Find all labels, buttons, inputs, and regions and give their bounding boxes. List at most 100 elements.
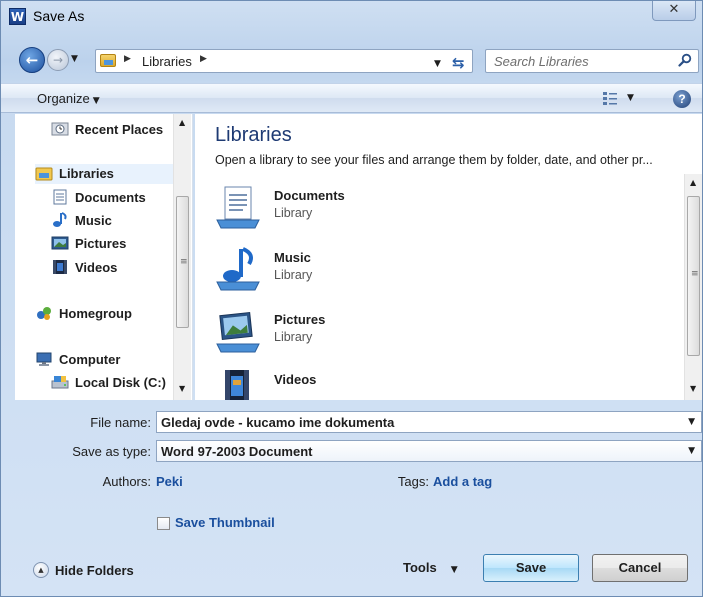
save-as-type-value: Word 97-2003 Document [161,444,313,459]
save-as-type-select[interactable]: Word 97-2003 Document ▼ [156,440,702,462]
homegroup-icon [37,307,51,320]
library-header: Libraries Open a library to see your fil… [195,114,702,174]
local-disk-icon [51,376,69,389]
library-item-pictures[interactable]: Pictures Library [215,304,515,360]
authors-value[interactable]: Peki [156,474,183,489]
sidebar-scroll-thumb[interactable]: ≡ [176,196,189,328]
address-dropdown-icon[interactable]: ▼ [434,59,441,69]
sidebar-item-documents[interactable]: Documents [51,188,171,208]
file-name-input[interactable] [161,415,661,430]
breadcrumb-libraries[interactable]: Libraries [142,54,192,69]
sidebar-item-label: Local Disk (C:) [75,375,167,390]
recent-pages-dropdown-icon[interactable]: ▼ [71,54,78,64]
hide-folders-label: Hide Folders [55,563,134,578]
documents-icon [53,189,67,205]
library-type: Library [274,330,313,344]
tools-button[interactable]: Tools ▼ [403,560,458,575]
library-name: Pictures [274,312,326,327]
library-type: Library [274,206,313,220]
save-thumbnail-checkbox[interactable] [157,517,170,530]
close-button[interactable]: ✕ [652,1,696,21]
chevron-up-icon: ▲ [33,562,49,578]
view-details-icon [603,92,617,105]
file-list-scrollbar[interactable]: ▲ ≡ ▼ [684,174,702,400]
file-name-label: File name: [90,415,151,430]
authors-label: Authors: [102,474,151,489]
scroll-up-icon[interactable]: ▲ [179,118,185,127]
save-form: File name: ▼ Save as type: Word 97-2003 … [1,401,702,597]
back-arrow-icon: ← [25,51,39,69]
navigation-pane: Recent Places Libraries Documents Music … [15,114,193,400]
videos-library-icon [225,370,249,400]
library-type: Library [274,268,313,282]
back-button[interactable]: ← [19,47,45,73]
sidebar-item-recent-places[interactable]: Recent Places [51,120,171,140]
save-thumbnail-label[interactable]: Save Thumbnail [175,515,275,530]
file-list-pane: Libraries Open a library to see your fil… [195,114,702,400]
sidebar-item-music[interactable]: Music [51,211,171,231]
music-library-icon [216,247,260,291]
change-view-button[interactable]: ▼ [601,89,637,109]
sidebar-item-label: Libraries [59,166,114,181]
scroll-up-icon[interactable]: ▲ [690,178,696,187]
sidebar-item-pictures[interactable]: Pictures [51,234,171,254]
grip-icon: ≡ [180,257,188,267]
forward-button[interactable]: → [47,49,69,71]
libraries-folder-icon [100,54,116,67]
search-input[interactable] [494,53,674,69]
sidebar-item-label: Recent Places [75,122,164,137]
navigation-bar: ← → ▼ ▶ Libraries ▶ ▼ ⇆ [1,41,702,77]
sidebar-item-libraries[interactable]: Libraries [35,164,173,184]
sidebar-item-local-disk[interactable]: Local Disk (C:) [51,373,171,393]
forward-arrow-icon: → [52,53,64,67]
refresh-icon[interactable]: ⇆ [452,54,465,72]
title-bar: W Save As ✕ [1,1,702,31]
file-name-field[interactable]: ▼ [156,411,702,433]
window-title: Save As [33,8,85,24]
library-name: Documents [274,188,345,203]
file-list-scroll-thumb[interactable]: ≡ [687,196,700,356]
music-icon [53,212,67,227]
save-button[interactable]: Save [483,554,579,582]
library-item-music[interactable]: Music Library [215,242,515,298]
sidebar-item-videos[interactable]: Videos [51,258,171,278]
address-bar[interactable]: ▶ Libraries ▶ ▼ ⇆ [95,49,473,73]
chevron-down-icon[interactable]: ▼ [688,417,695,427]
chevron-down-icon: ▼ [450,565,458,575]
library-name: Videos [274,372,317,387]
scroll-down-icon[interactable]: ▼ [179,384,185,393]
library-description: Open a library to see your files and arr… [215,153,653,167]
page-title: Libraries [215,124,292,146]
chevron-down-icon: ▼ [92,96,100,106]
sidebar-item-label: Music [75,213,112,228]
save-as-type-label: Save as type: [72,444,151,459]
sidebar-item-homegroup[interactable]: Homegroup [35,304,173,324]
search-icon[interactable] [678,53,692,67]
pictures-library-icon [216,311,260,353]
sidebar-scrollbar[interactable]: ▲ ≡ ▼ [173,114,191,400]
organize-label: Organize [37,91,90,106]
recent-places-icon [51,122,69,136]
organize-button[interactable]: Organize ▼ [37,91,100,106]
tools-label: Tools [403,560,437,575]
breadcrumb-separator-icon[interactable]: ▶ [124,54,131,64]
cancel-button[interactable]: Cancel [592,554,688,582]
help-icon[interactable]: ? [673,90,691,108]
grip-icon: ≡ [691,269,699,279]
tags-label: Tags: [397,474,429,489]
sidebar-item-label: Pictures [75,236,127,251]
sidebar-item-label: Documents [75,190,146,205]
breadcrumb-separator-icon[interactable]: ▶ [200,54,207,64]
chevron-down-icon: ▼ [627,93,634,103]
videos-icon [53,260,67,274]
scroll-down-icon[interactable]: ▼ [690,384,696,393]
computer-icon [36,352,52,366]
sidebar-item-computer[interactable]: Computer [35,350,173,370]
chevron-down-icon[interactable]: ▼ [688,446,695,456]
add-tag-link[interactable]: Add a tag [433,474,492,489]
library-item-videos[interactable]: Videos [215,364,515,400]
library-item-documents[interactable]: Documents Library [215,180,515,236]
documents-library-icon [216,186,260,229]
libraries-icon [35,167,53,181]
search-box[interactable] [485,49,699,73]
